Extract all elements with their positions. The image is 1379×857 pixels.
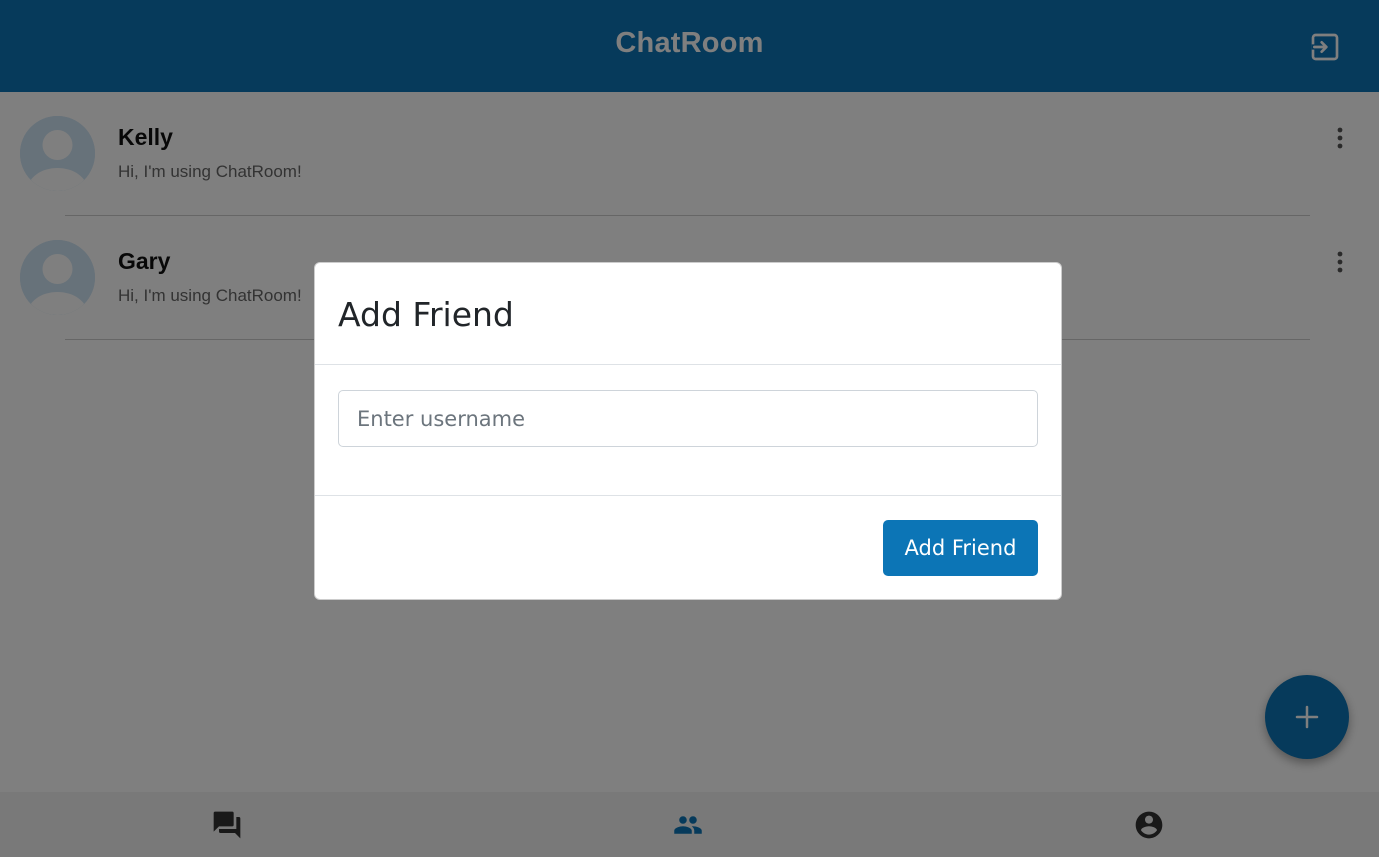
- modal-body: [315, 365, 1061, 495]
- username-input[interactable]: [338, 390, 1038, 447]
- add-friend-dialog: Add Friend Add Friend: [314, 262, 1062, 600]
- modal-title: Add Friend: [338, 295, 514, 334]
- add-friend-button[interactable]: Add Friend: [883, 520, 1038, 576]
- modal-header: Add Friend: [315, 263, 1061, 365]
- modal-footer: Add Friend: [315, 495, 1061, 601]
